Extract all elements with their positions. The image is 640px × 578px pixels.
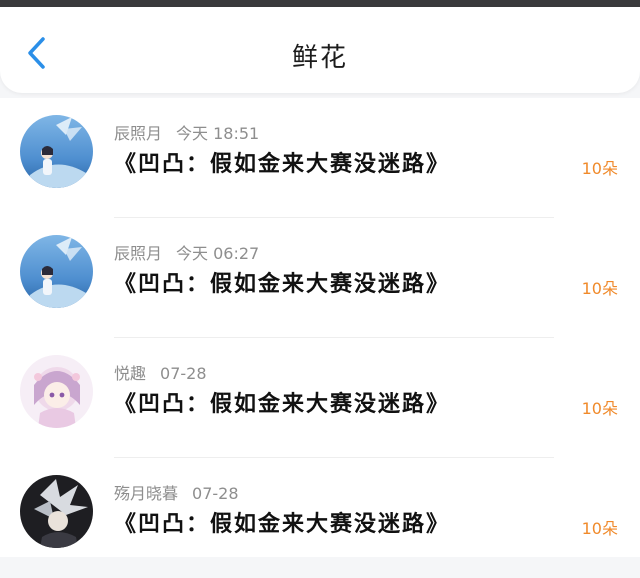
- avatar[interactable]: [20, 235, 93, 308]
- sender-meta: 辰照月 今天 18:51: [114, 120, 259, 144]
- sender-name[interactable]: 辰照月: [114, 124, 162, 143]
- timestamp: 07-28: [192, 484, 239, 503]
- avatar[interactable]: [20, 475, 93, 548]
- work-title[interactable]: 《凹凸：假如金来大赛没迷路》: [114, 386, 450, 418]
- work-title[interactable]: 《凹凸：假如金来大赛没迷路》: [114, 506, 450, 538]
- sender-name[interactable]: 悦趣: [114, 364, 146, 383]
- anime-avatar-dark-silver-icon: [20, 475, 93, 548]
- sender-meta: 殇月晓暮 07-28: [114, 480, 239, 504]
- flower-count: 10朵: [581, 519, 618, 538]
- list-item[interactable]: 辰照月 今天 06:27 《凹凸：假如金来大赛没迷路》 10朵: [0, 218, 640, 338]
- sender-meta: 辰照月 今天 06:27: [114, 240, 259, 264]
- list-item[interactable]: 殇月晓暮 07-28 《凹凸：假如金来大赛没迷路》 10朵: [0, 458, 640, 578]
- avatar[interactable]: [20, 115, 93, 188]
- timestamp: 今天 06:27: [176, 244, 260, 263]
- list-item[interactable]: 辰照月 今天 18:51 《凹凸：假如金来大赛没迷路》 10朵: [0, 98, 640, 218]
- work-title[interactable]: 《凹凸：假如金来大赛没迷路》: [114, 266, 450, 298]
- status-bar: [0, 0, 640, 7]
- anime-avatar-pink-girl-icon: [20, 355, 93, 428]
- work-title[interactable]: 《凹凸：假如金来大赛没迷路》: [114, 146, 450, 178]
- sender-name[interactable]: 殇月晓暮: [114, 484, 178, 503]
- flower-count: 10朵: [581, 279, 618, 298]
- flower-count: 10朵: [581, 159, 618, 178]
- anime-avatar-blue-winged-icon: [20, 235, 93, 308]
- list-item[interactable]: 悦趣 07-28 《凹凸：假如金来大赛没迷路》 10朵: [0, 338, 640, 458]
- timestamp: 今天 18:51: [176, 124, 260, 143]
- anime-avatar-blue-winged-icon: [20, 115, 93, 188]
- avatar[interactable]: [20, 355, 93, 428]
- sender-meta: 悦趣 07-28: [114, 360, 207, 384]
- sender-name[interactable]: 辰照月: [114, 244, 162, 263]
- timestamp: 07-28: [160, 364, 207, 383]
- page-title: 鲜花: [291, 43, 348, 73]
- flower-count: 10朵: [581, 399, 618, 418]
- top-nav-bar: 鲜花: [0, 7, 640, 93]
- flower-record-list: 辰照月 今天 18:51 《凹凸：假如金来大赛没迷路》 10朵 辰照月 今天 0…: [0, 98, 640, 557]
